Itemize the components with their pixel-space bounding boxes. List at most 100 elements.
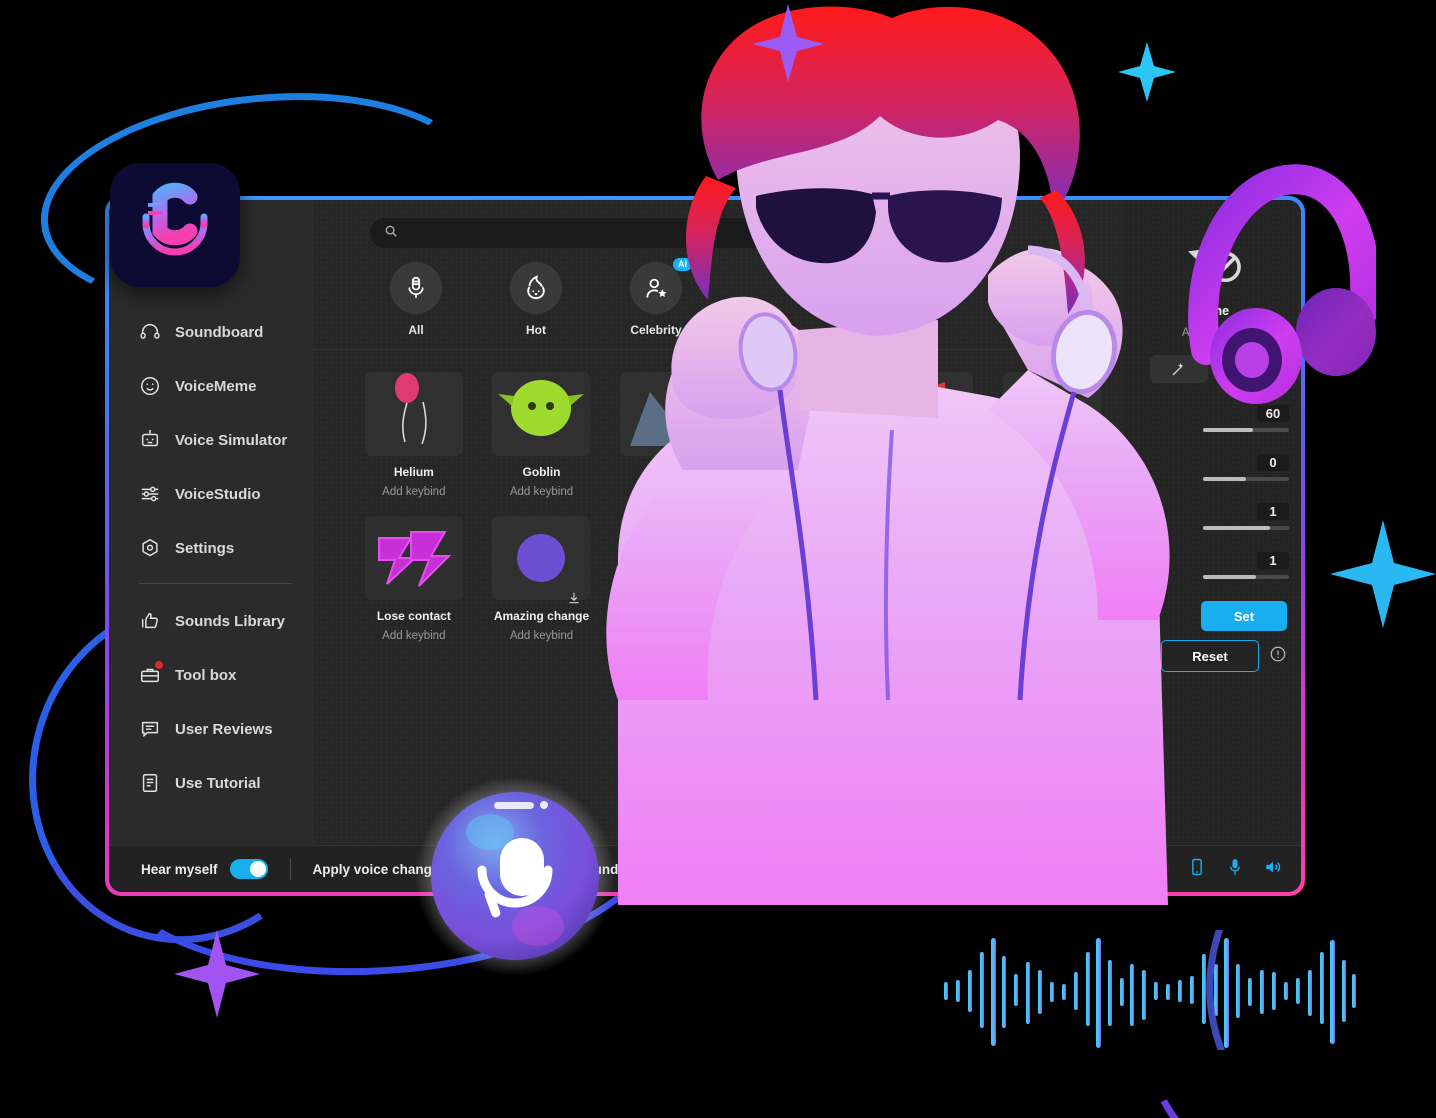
voice-tile[interactable]: Megaphone Add keybind <box>865 366 985 508</box>
voice-tile[interactable]: Lose contact Add keybind <box>354 510 474 652</box>
sidebar-item-use-tutorial[interactable]: Use Tutorial <box>109 756 314 810</box>
goblin-thumb <box>492 372 591 456</box>
slider-track[interactable] <box>1203 428 1289 432</box>
voice-tile[interactable]: Giant Add keybind <box>737 366 857 508</box>
voice-keybind[interactable]: Add keybind <box>354 486 474 498</box>
speaker-icon[interactable] <box>1263 857 1283 882</box>
voice-name: Helium <box>393 465 434 479</box>
slider-row[interactable]: 1 <box>1126 503 1289 530</box>
voice-name: Lose contact <box>376 609 451 623</box>
toggle-knob <box>476 861 493 877</box>
smiley-icon <box>139 375 161 397</box>
tool-box-notification-dot <box>155 661 163 669</box>
voice-keybind[interactable]: Add keybind <box>354 630 474 642</box>
slider-fill <box>1203 428 1253 432</box>
audio-waveform-decoration <box>940 926 1360 1054</box>
search-box[interactable] <box>370 218 918 248</box>
megaphone-thumb <box>875 372 974 456</box>
slider-row[interactable]: 1 <box>1126 552 1289 579</box>
sidebar-item-tool-box[interactable]: Tool box <box>109 648 314 702</box>
hear-myself-toggle[interactable] <box>229 859 268 879</box>
document-lines-icon <box>139 772 161 794</box>
slider-row[interactable]: 60 <box>1126 405 1289 432</box>
voice-tile[interactable]: Robot Add keybind <box>992 366 1112 508</box>
slider-track[interactable] <box>1203 575 1289 579</box>
microphone-icon[interactable] <box>1225 857 1245 882</box>
background-effect-toggle[interactable] <box>670 859 709 879</box>
flame-cat-icon <box>510 262 562 314</box>
sidebar-item-voicestudio[interactable]: VoiceStudio <box>109 467 314 521</box>
sparkle-purple-bottom <box>174 930 260 1018</box>
microphone-c-logo <box>142 182 208 256</box>
category-celebrity[interactable]: AI Celebrity <box>618 258 694 337</box>
sidebar-item-voicememe[interactable]: VoiceMeme <box>109 359 314 413</box>
preset-name: None <box>1197 304 1230 318</box>
voice-tile[interactable]: Amazing change Add keybind <box>482 510 602 652</box>
slider-row[interactable]: 0 <box>1126 454 1289 481</box>
ai-badge: AI <box>673 258 692 271</box>
slider-track[interactable] <box>1203 526 1289 530</box>
voice-keybind[interactable]: Add keybind <box>609 630 729 642</box>
slider-track[interactable] <box>1203 477 1289 481</box>
voice-tile[interactable]: Helium Add keybind <box>354 366 474 508</box>
sliders-icon <box>139 483 161 505</box>
status-bar-right: Microphone <box>1084 856 1283 882</box>
sidebar-item-label: Voice Simulator <box>175 431 288 449</box>
info-circle-icon[interactable] <box>1269 645 1287 668</box>
voice-keybind[interactable]: Add keybind <box>482 630 602 642</box>
giant-thumb <box>747 372 846 456</box>
wand-icon[interactable] <box>1149 355 1208 383</box>
effect-tabs <box>1126 355 1301 383</box>
search-icon <box>384 224 398 243</box>
apply-voice-changer-toggle[interactable] <box>456 859 495 879</box>
preset-keybind[interactable]: Add keybind <box>1126 327 1301 339</box>
voice-grid: Helium Add keybind Goblin Add keybind Ca… <box>314 356 1126 652</box>
slider-group: 60 0 1 1 <box>1126 405 1301 579</box>
sidebar-item-label: User Reviews <box>175 720 273 738</box>
reset-button[interactable]: Reset <box>1161 640 1259 672</box>
slider-fill <box>1203 575 1257 579</box>
voice-keybind[interactable]: Add keybind <box>737 486 857 498</box>
sidebar-item-label: Use Tutorial <box>175 774 261 792</box>
phone-icon[interactable] <box>1187 857 1207 882</box>
sidebar-item-sounds-library[interactable]: Sounds Library <box>109 594 314 648</box>
balloon-thumb <box>364 372 463 456</box>
voice-grid-scroll[interactable]: Helium Add keybind Goblin Add keybind Ca… <box>314 349 1126 845</box>
download-icon[interactable] <box>567 591 581 610</box>
category-hot[interactable]: Hot <box>498 262 574 337</box>
category-row: All Hot AI Celebrity <box>314 248 1126 349</box>
voice-keybind[interactable]: Add keybind <box>482 486 602 498</box>
set-button[interactable]: Set <box>1201 601 1287 631</box>
sidebar-item-settings[interactable]: Settings <box>109 521 314 575</box>
slider-fill <box>1203 477 1246 481</box>
sidebar-item-label: VoiceMeme <box>175 377 257 395</box>
voice-keybind[interactable]: Add keybind <box>865 486 985 498</box>
sidebar-item-label: Sounds Library <box>175 612 286 630</box>
background-effect-label: Background effect <box>539 861 659 877</box>
gear-hex-icon <box>139 537 161 559</box>
app-logo <box>110 163 240 287</box>
hear-myself-label: Hear myself <box>141 861 218 877</box>
sidebar-item-label: Tool box <box>175 666 237 684</box>
sidebar-item-user-reviews[interactable]: User Reviews <box>109 702 314 756</box>
voice-tile[interactable]: Astronaut Add keybind <box>609 510 729 652</box>
preset-none[interactable]: None Add keybind <box>1126 232 1301 339</box>
sidebar: Soundboard VoiceMeme Voice Simulator Voi… <box>109 200 314 845</box>
person-star-icon <box>630 262 682 314</box>
voice-keybind[interactable]: Add keybind <box>992 486 1112 498</box>
apply-voice-changer-label: Apply voice changer <box>312 861 445 877</box>
search-input[interactable] <box>406 225 904 241</box>
device-selector[interactable]: Microphone <box>1084 856 1169 882</box>
reset-row: Reset <box>1126 631 1301 672</box>
voice-keybind[interactable]: Add keybind <box>609 486 729 498</box>
voice-tile[interactable]: Cave Add keybind <box>609 366 729 508</box>
robot-thumb <box>1003 372 1102 456</box>
sidebar-item-soundboard[interactable]: Soundboard <box>109 305 314 359</box>
category-label: All <box>408 323 424 337</box>
voice-tile[interactable]: Goblin Add keybind <box>482 366 602 508</box>
sidebar-item-voice-simulator[interactable]: Voice Simulator <box>109 413 314 467</box>
category-all[interactable]: All <box>378 262 454 337</box>
music-note-icon[interactable] <box>1219 355 1278 383</box>
voice-name: Goblin <box>522 465 561 479</box>
sparkle-purple-top <box>752 4 824 82</box>
